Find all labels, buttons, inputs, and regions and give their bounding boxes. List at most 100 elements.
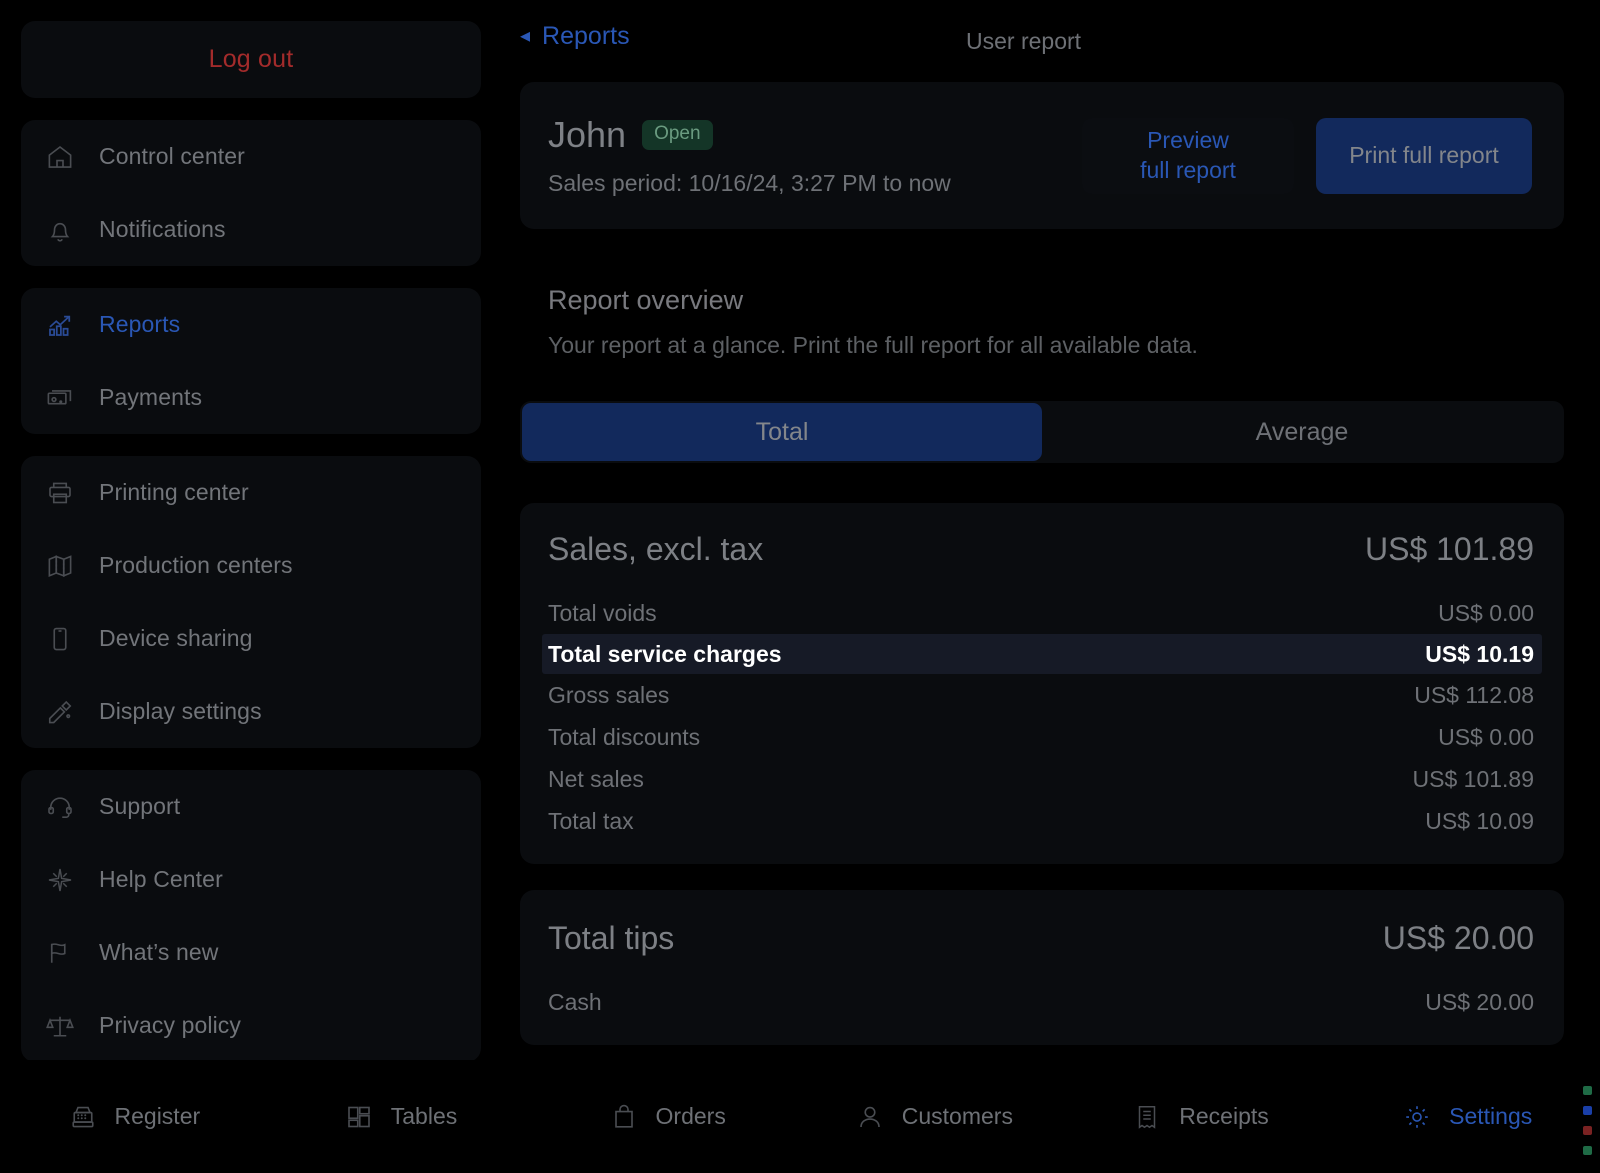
status-badge: Open xyxy=(642,120,712,151)
top-bar: ◂ Reports User report xyxy=(502,0,1600,82)
table-row[interactable]: Gross sales US$ 112.08 xyxy=(520,674,1564,716)
sidebar-item-label: What’s new xyxy=(99,939,218,966)
sidebar-item-label: Printing center xyxy=(99,479,249,506)
print-full-report-button[interactable]: Print full report xyxy=(1316,118,1532,194)
bag-icon xyxy=(608,1101,640,1133)
preview-full-report-button[interactable]: Preview full report xyxy=(1082,118,1294,194)
row-label: Gross sales xyxy=(548,682,669,709)
log-out-button[interactable]: Log out xyxy=(21,21,481,98)
sidebar-item-help-center[interactable]: Help Center xyxy=(21,843,481,916)
tab-label: Register xyxy=(115,1103,201,1130)
person-icon xyxy=(854,1101,886,1133)
sidebar-item-device-sharing[interactable]: Device sharing xyxy=(21,602,481,675)
tables-icon xyxy=(343,1101,375,1133)
sidebar-card-reports: Reports Payments xyxy=(21,288,481,434)
row-label: Total voids xyxy=(548,600,657,627)
tab-receipts[interactable]: Receipts xyxy=(1067,1060,1334,1173)
status-dot-blue xyxy=(1583,1106,1592,1115)
cash-icon xyxy=(43,381,77,415)
tips-card-header: Total tips US$ 20.00 xyxy=(520,920,1564,957)
bottom-tab-bar: Register Tables Orders xyxy=(0,1060,1600,1173)
sales-card-total: US$ 101.89 xyxy=(1365,531,1534,568)
sales-period-text: Sales period: 10/16/24, 3:27 PM to now xyxy=(548,170,951,197)
user-name: John xyxy=(548,114,626,156)
sidebar-item-label: Help Center xyxy=(99,866,223,893)
report-scroll-area[interactable]: John Open Sales period: 10/16/24, 3:27 P… xyxy=(502,82,1600,1173)
user-header-actions: Preview full report Print full report xyxy=(1082,118,1532,194)
sidebar-scroll-area[interactable]: Log out Control center xyxy=(0,0,502,1060)
sidebar-item-display-settings[interactable]: Display settings xyxy=(21,675,481,748)
sidebar-item-control-center[interactable]: Control center xyxy=(21,120,481,193)
total-average-segmented-control[interactable]: Total Average xyxy=(520,401,1564,463)
scales-icon xyxy=(43,1009,77,1043)
user-name-row: John Open xyxy=(548,114,951,156)
sales-card-title: Sales, excl. tax xyxy=(548,531,763,568)
chart-up-icon xyxy=(43,308,77,342)
row-value: US$ 0.00 xyxy=(1438,724,1534,751)
table-row[interactable]: Total tax US$ 10.09 xyxy=(520,800,1564,842)
tips-card-title: Total tips xyxy=(548,920,674,957)
user-summary: John Open Sales period: 10/16/24, 3:27 P… xyxy=(548,114,951,197)
tab-settings[interactable]: Settings xyxy=(1333,1060,1600,1173)
sidebar-card-devices: Printing center Production centers xyxy=(21,456,481,748)
preview-label-line2: full report xyxy=(1140,156,1236,186)
status-dot-green-2 xyxy=(1583,1146,1592,1155)
sidebar-item-payments[interactable]: Payments xyxy=(21,361,481,434)
row-label: Cash xyxy=(548,989,602,1016)
sidebar-item-label: Notifications xyxy=(99,216,226,243)
sidebar-item-support[interactable]: Support xyxy=(21,770,481,843)
tab-tables[interactable]: Tables xyxy=(267,1060,534,1173)
sidebar: Log out Control center xyxy=(0,0,502,1173)
tab-orders[interactable]: Orders xyxy=(533,1060,800,1173)
row-label: Total tax xyxy=(548,808,634,835)
sidebar-item-label: Control center xyxy=(99,143,245,170)
headset-icon xyxy=(43,790,77,824)
table-row[interactable]: Total discounts US$ 0.00 xyxy=(520,716,1564,758)
sidebar-item-label: Payments xyxy=(99,384,202,411)
row-label: Total discounts xyxy=(548,724,700,751)
tab-customers[interactable]: Customers xyxy=(800,1060,1067,1173)
bell-icon xyxy=(43,213,77,247)
row-value: US$ 112.08 xyxy=(1414,682,1534,709)
table-row[interactable]: Net sales US$ 101.89 xyxy=(520,758,1564,800)
table-row[interactable]: Total voids US$ 0.00 xyxy=(520,592,1564,634)
tips-card: Total tips US$ 20.00 Cash US$ 20.00 xyxy=(520,890,1564,1045)
row-value: US$ 10.19 xyxy=(1425,641,1534,668)
tab-label: Settings xyxy=(1449,1103,1532,1130)
row-label: Net sales xyxy=(548,766,644,793)
sidebar-item-label: Display settings xyxy=(99,698,262,725)
app-root: Log out Control center xyxy=(0,0,1600,1173)
sidebar-item-production-centers[interactable]: Production centers xyxy=(21,529,481,602)
tab-register[interactable]: Register xyxy=(0,1060,267,1173)
tab-label: Tables xyxy=(391,1103,457,1130)
sidebar-item-reports[interactable]: Reports xyxy=(21,288,481,361)
page-title: User report xyxy=(966,28,1081,55)
brush-icon xyxy=(43,695,77,729)
status-dot-red xyxy=(1583,1126,1592,1135)
row-value: US$ 10.09 xyxy=(1425,808,1534,835)
tab-total[interactable]: Total xyxy=(522,403,1042,461)
back-label: Reports xyxy=(542,22,630,51)
tab-label: Customers xyxy=(902,1103,1013,1130)
register-icon xyxy=(67,1101,99,1133)
table-row-selected[interactable]: Total service charges US$ 10.19 xyxy=(542,634,1542,674)
sidebar-item-label: Privacy policy xyxy=(99,1012,241,1039)
sidebar-item-printing-center[interactable]: Printing center xyxy=(21,456,481,529)
tab-average[interactable]: Average xyxy=(1042,403,1562,461)
table-row[interactable]: Cash US$ 20.00 xyxy=(520,981,1564,1023)
sidebar-item-whats-new[interactable]: What’s new xyxy=(21,916,481,989)
sidebar-item-label: Production centers xyxy=(99,552,293,579)
back-to-reports-link[interactable]: ◂ Reports xyxy=(520,22,630,51)
main-content: ◂ Reports User report John Open Sales pe… xyxy=(502,0,1600,1173)
sidebar-item-notifications[interactable]: Notifications xyxy=(21,193,481,266)
star-burst-icon xyxy=(43,863,77,897)
sidebar-item-privacy-policy[interactable]: Privacy policy xyxy=(21,989,481,1060)
sidebar-card-logout: Log out xyxy=(21,21,481,98)
phone-icon xyxy=(43,622,77,656)
preview-label-line1: Preview xyxy=(1147,126,1229,156)
map-icon xyxy=(43,549,77,583)
chevron-left-icon: ◂ xyxy=(520,26,530,46)
report-overview-block: Report overview Your report at a glance.… xyxy=(520,229,1582,359)
row-label: Total service charges xyxy=(548,641,782,668)
home-icon xyxy=(43,140,77,174)
